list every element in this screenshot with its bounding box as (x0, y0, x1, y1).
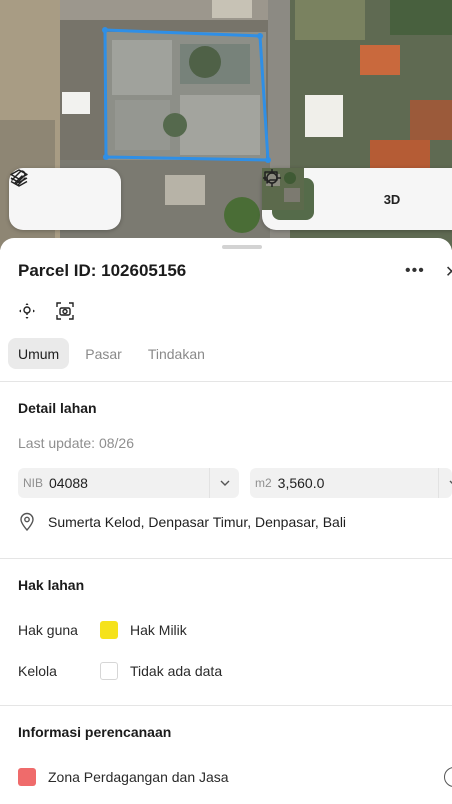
draw-icon (11, 170, 26, 186)
chevron-down-icon (449, 480, 452, 485)
screenshot-button[interactable] (54, 300, 76, 322)
sheet-header: Parcel ID: 102605156 (18, 260, 452, 282)
chevron-down-icon (220, 480, 229, 486)
no-data-swatch (100, 662, 118, 680)
zone-label: Zona Perdagangan dan Jasa (48, 769, 229, 785)
area-field[interactable]: m2 3,560.0 (250, 468, 452, 498)
tab-umum[interactable]: Umum (8, 338, 70, 369)
info-icon[interactable] (444, 767, 452, 787)
area-unit: m2 (255, 476, 272, 490)
tab-bar: Umum Pasar Tindakan (8, 338, 215, 369)
rights-heading: Hak lahan (18, 577, 85, 593)
close-button[interactable]: ✕ (445, 262, 452, 282)
focus-location-icon (19, 303, 35, 319)
tab-tindakan[interactable]: Tindakan (138, 338, 215, 369)
tab-pasar[interactable]: Pasar (75, 338, 132, 369)
zoom-to-parcel-button[interactable] (16, 300, 38, 322)
draw-button[interactable] (11, 170, 113, 219)
detail-heading: Detail lahan (18, 400, 97, 416)
3d-label: 3D (383, 191, 401, 207)
kelola-label: Kelola (18, 663, 57, 679)
satellite-map[interactable]: 3D (0, 0, 452, 250)
nib-field[interactable]: NIB 04088 (18, 468, 239, 498)
page-title: Parcel ID: 102605156 (18, 261, 187, 280)
zone-swatch (18, 768, 36, 786)
location-pin-icon (20, 512, 34, 532)
nib-value: 04088 (49, 475, 88, 491)
hak-guna-value: Hak Milik (130, 622, 187, 638)
last-update-text: Last update: 08/26 (18, 435, 134, 451)
address-text: Sumerta Kelod, Denpasar Timur, Denpasar,… (48, 514, 347, 530)
kelola-value: Tidak ada data (130, 663, 223, 679)
planning-heading: Informasi perencanaan (18, 724, 172, 740)
area-value: 3,560.0 (277, 475, 325, 491)
quick-actions (16, 300, 76, 322)
divider (0, 558, 452, 559)
camera-scan-icon (56, 302, 74, 320)
hak-guna-label: Hak guna (18, 622, 78, 638)
feedback-button[interactable] (264, 171, 452, 219)
hak-guna-row: Hak guna Hak Milik (18, 621, 187, 639)
zone-row[interactable]: Zona Perdagangan dan Jasa (18, 768, 229, 786)
sheet-drag-handle[interactable] (222, 245, 262, 249)
more-options-button[interactable]: ••• (405, 262, 425, 280)
hak-milik-swatch (100, 621, 118, 639)
3d-button[interactable]: 3D (372, 179, 412, 219)
divider (0, 381, 452, 382)
locate-button[interactable] (263, 169, 362, 219)
chat-icon (264, 171, 278, 184)
map-view-panel: 3D (262, 168, 452, 230)
address-row: Sumerta Kelod, Denpasar Timur, Denpasar,… (18, 512, 346, 532)
divider (0, 705, 452, 706)
nib-dropdown[interactable] (209, 468, 239, 498)
nib-prefix: NIB (23, 476, 44, 490)
map-tools-panel (9, 168, 121, 230)
parcel-detail-sheet: Parcel ID: 102605156 ••• ✕ Umum Pasar Ti… (0, 238, 452, 804)
kelola-row: Kelola Tidak ada data (18, 662, 222, 680)
area-dropdown[interactable] (438, 468, 452, 498)
